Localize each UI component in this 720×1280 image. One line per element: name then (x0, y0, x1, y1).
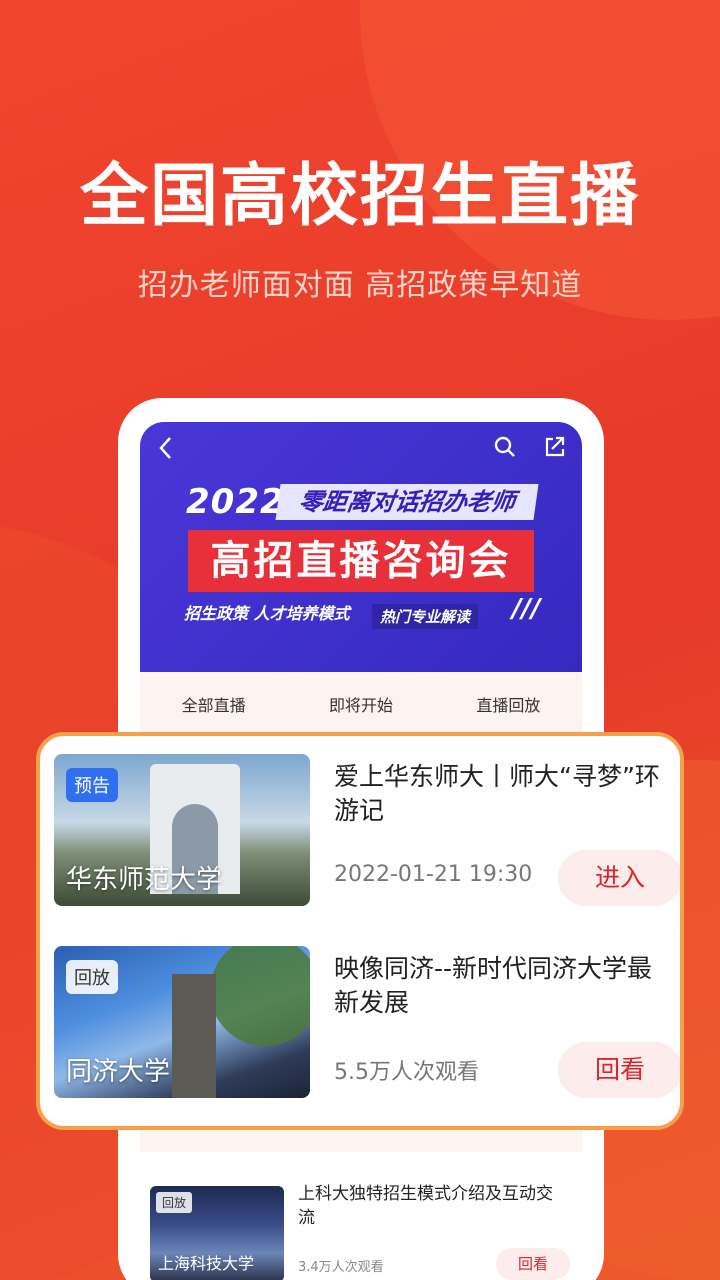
featured-item[interactable]: 回放 同济大学 映像同济--新时代同济大学最新发展 5.5万人次观看 回看 (40, 946, 680, 1106)
campus-tower-image (172, 974, 216, 1098)
preview-badge: 预告 (66, 768, 118, 802)
banner-main-title: 高招直播咨询会 (188, 530, 534, 592)
featured-title: 爱上华东师大丨师大“寻梦”环游记 (334, 762, 660, 825)
view-count: 3.4万人次观看 (298, 1260, 384, 1275)
promo-subheadline: 招办老师面对面 高招政策早知道 (137, 268, 583, 303)
filter-tabs: 全部直播 即将开始 直播回放 (140, 692, 582, 716)
promo-headline: 全国高校招生直播 (79, 157, 640, 236)
share-icon[interactable] (542, 434, 568, 466)
banner-top-line: 零距离对话招办老师 (275, 484, 539, 520)
banner-year: 2022 (186, 482, 285, 522)
live-banner[interactable]: 2022 零距离对话招办老师 高招直播咨询会 招生政策 人才培养模式 热门专业解… (140, 422, 582, 672)
featured-card: 预告 华东师范大学 爱上华东师大丨师大“寻梦”环游记 2022-01-21 19… (36, 732, 684, 1130)
featured-item[interactable]: 预告 华东师范大学 爱上华东师大丨师大“寻梦”环游记 2022-01-21 19… (40, 754, 680, 914)
school-name: 上海科技大学 (158, 1254, 255, 1273)
tab-all-live[interactable]: 全部直播 (182, 692, 246, 716)
tab-replay[interactable]: 直播回放 (476, 692, 540, 716)
list-item[interactable]: 回放 上海科技大学 上科大独特招生模式介绍及互动交流 3.4万人次观看 回看 (140, 1152, 582, 1280)
featured-thumbnail: 回放 同济大学 (54, 946, 310, 1098)
search-icon[interactable] (492, 434, 518, 466)
tree-image (210, 946, 310, 1046)
enter-button[interactable]: 进入 (558, 850, 680, 906)
replay-badge: 回放 (66, 960, 118, 994)
rewatch-button[interactable]: 回看 (496, 1248, 570, 1280)
view-count: 5.5万人次观看 (334, 1060, 479, 1085)
school-name: 华东师范大学 (66, 865, 223, 895)
list-item-thumbnail: 回放 上海科技大学 (150, 1186, 284, 1280)
tab-upcoming[interactable]: 即将开始 (329, 692, 393, 716)
start-time: 2022-01-21 19:30 (334, 862, 533, 887)
rewatch-button[interactable]: 回看 (558, 1042, 680, 1098)
banner-tags: 招生政策 人才培养模式 (184, 604, 350, 623)
banner-slashes: /// (512, 594, 541, 624)
list-item-title: 上科大独特招生模式介绍及互动交流 (298, 1184, 553, 1228)
replay-badge: 回放 (156, 1192, 193, 1213)
back-icon[interactable] (156, 434, 176, 468)
featured-thumbnail: 预告 华东师范大学 (54, 754, 310, 906)
banner-tag-hot-majors: 热门专业解读 (372, 604, 479, 629)
school-name: 同济大学 (66, 1057, 171, 1087)
featured-title: 映像同济--新时代同济大学最新发展 (334, 954, 653, 1017)
